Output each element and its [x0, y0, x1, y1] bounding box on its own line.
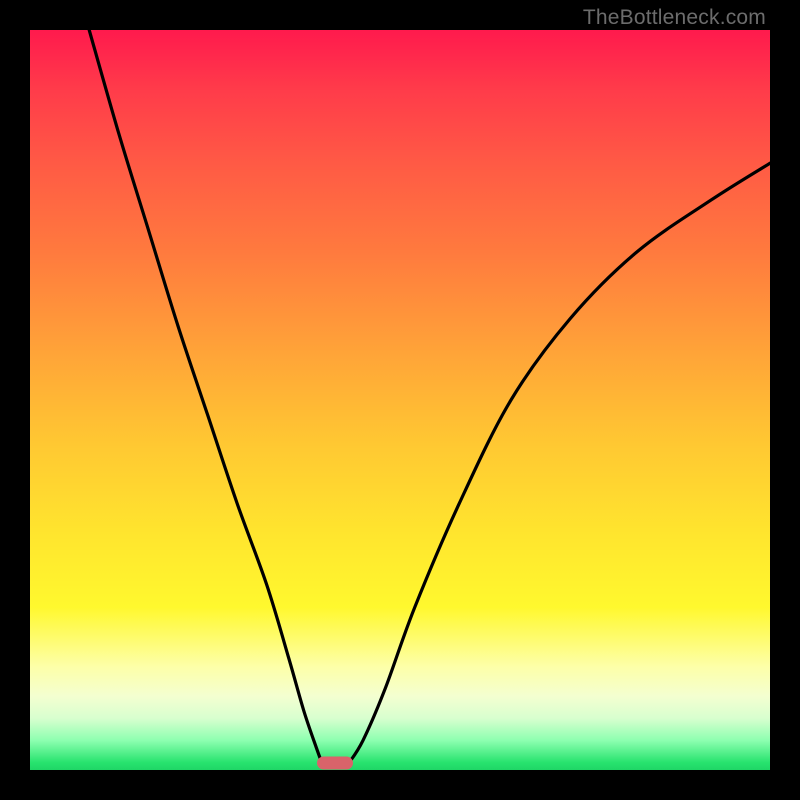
curve-right-branch	[348, 163, 770, 764]
minimum-marker	[317, 756, 353, 769]
plot-area	[30, 30, 770, 770]
watermark-text: TheBottleneck.com	[583, 6, 766, 30]
chart-frame: TheBottleneck.com	[0, 0, 800, 800]
curve-left-branch	[89, 30, 322, 764]
bottleneck-curve	[30, 30, 770, 770]
